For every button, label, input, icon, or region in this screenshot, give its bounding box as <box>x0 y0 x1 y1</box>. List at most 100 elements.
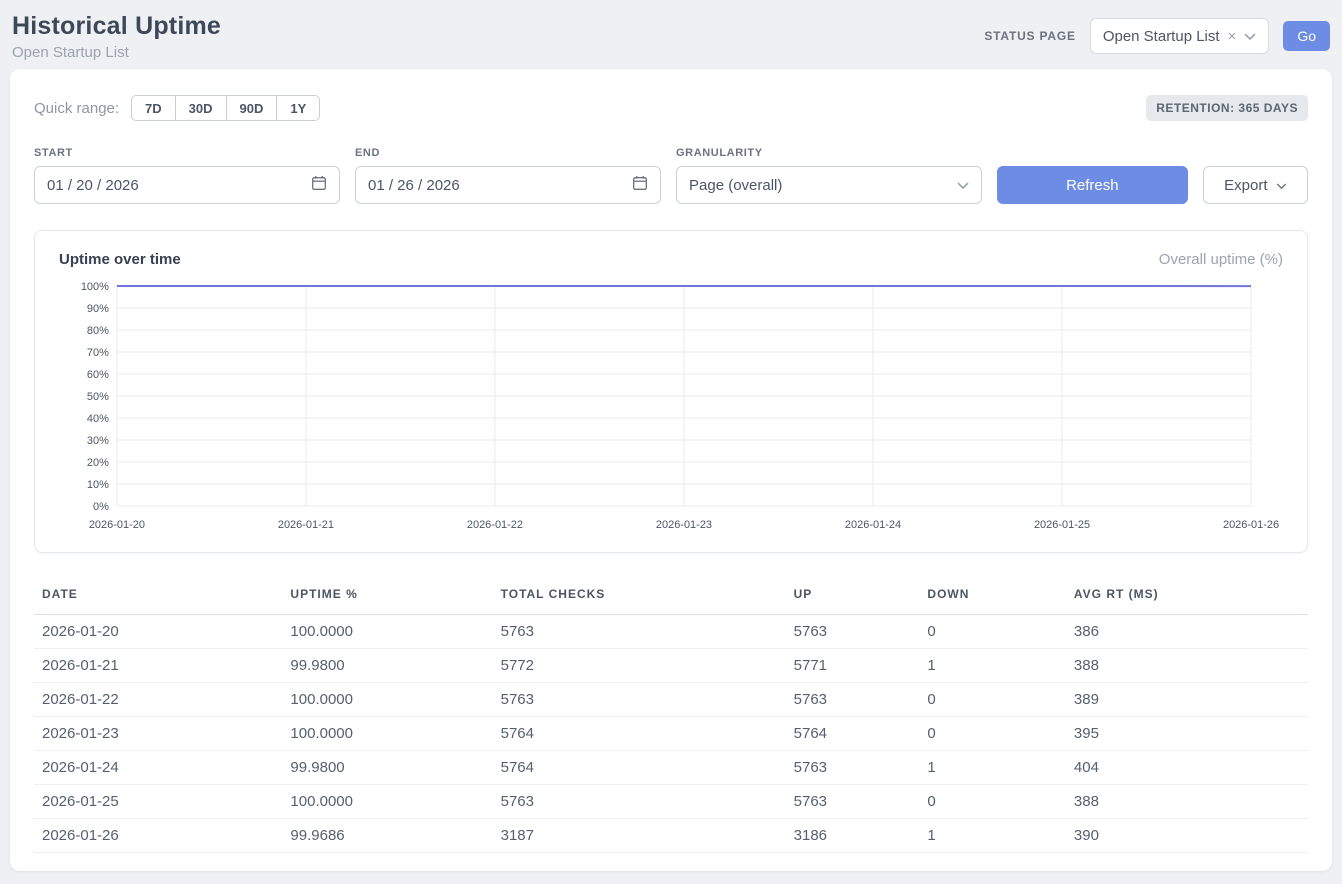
granularity-label: GRANULARITY <box>676 147 982 159</box>
table-cell: 5764 <box>493 751 786 785</box>
table-cell: 5771 <box>786 649 920 683</box>
y-tick-label: 100% <box>81 281 109 293</box>
table-cell: 1 <box>919 819 1066 853</box>
table-row: 2026-01-2499.9800576457631404 <box>34 751 1308 785</box>
table-cell: 1 <box>919 649 1066 683</box>
table-cell: 389 <box>1066 683 1308 717</box>
table-cell: 2026-01-21 <box>34 649 282 683</box>
x-tick-label: 2026-01-21 <box>278 519 334 531</box>
calendar-icon[interactable] <box>632 175 648 195</box>
uptime-chart-card: Uptime over time Overall uptime (%) 0% 10… <box>34 230 1308 553</box>
table-cell: 99.9800 <box>282 751 492 785</box>
y-tick-label: 30% <box>87 435 109 447</box>
status-page-select[interactable]: Open Startup List × <box>1090 18 1270 54</box>
uptime-chart-svg: 0%10%20%30%40%50%60%70%80%90%100%2026-01… <box>59 274 1283 542</box>
chart-title: Uptime over time <box>59 251 181 268</box>
chevron-down-icon <box>1276 177 1287 194</box>
page-subtitle: Open Startup List <box>12 44 221 61</box>
table-column-header: UP <box>786 577 920 615</box>
table-cell: 100.0000 <box>282 683 492 717</box>
table-cell: 99.9800 <box>282 649 492 683</box>
header-controls: STATUS PAGE Open Startup List × Go <box>984 18 1330 54</box>
granularity-select[interactable]: Page (overall) <box>676 166 982 204</box>
table-cell: 395 <box>1066 717 1308 751</box>
chevron-down-icon <box>1244 28 1256 45</box>
start-date-value: 01 / 20 / 2026 <box>47 177 139 194</box>
y-tick-label: 10% <box>87 479 109 491</box>
y-tick-label: 80% <box>87 325 109 337</box>
export-button-label: Export <box>1224 177 1267 194</box>
table-row: 2026-01-20100.0000576357630386 <box>34 615 1308 649</box>
clear-selection-icon[interactable]: × <box>1228 29 1237 44</box>
y-tick-label: 50% <box>87 391 109 403</box>
table-cell: 5763 <box>493 785 786 819</box>
y-tick-label: 0% <box>93 501 109 513</box>
quick-range-90d-button[interactable]: 90D <box>226 95 278 121</box>
table-column-header: TOTAL CHECKS <box>493 577 786 615</box>
table-cell: 2026-01-26 <box>34 819 282 853</box>
start-date-label: START <box>34 147 340 159</box>
x-tick-label: 2026-01-20 <box>89 519 145 531</box>
main-card: Quick range: 7D30D90D1Y RETENTION: 365 D… <box>10 69 1332 871</box>
start-date-input[interactable]: 01 / 20 / 2026 <box>34 166 340 204</box>
chart-header: Uptime over time Overall uptime (%) <box>59 251 1283 268</box>
table-cell: 0 <box>919 717 1066 751</box>
quick-range-7d-button[interactable]: 7D <box>131 95 176 121</box>
y-tick-label: 60% <box>87 369 109 381</box>
uptime-table-head: DATEUPTIME %TOTAL CHECKSUPDOWNAVG RT (MS… <box>34 577 1308 615</box>
x-tick-label: 2026-01-26 <box>1223 519 1279 531</box>
refresh-button[interactable]: Refresh <box>997 166 1188 204</box>
table-cell: 100.0000 <box>282 717 492 751</box>
table-cell: 388 <box>1066 785 1308 819</box>
start-date-field: START 01 / 20 / 2026 <box>34 147 340 204</box>
filter-form-row: START 01 / 20 / 2026 END 01 / 26 / 2026 … <box>34 147 1308 204</box>
table-cell: 5764 <box>493 717 786 751</box>
table-cell: 5763 <box>786 615 920 649</box>
end-date-field: END 01 / 26 / 2026 <box>355 147 661 204</box>
table-cell: 390 <box>1066 819 1308 853</box>
table-row: 2026-01-2199.9800577257711388 <box>34 649 1308 683</box>
quick-range-1y-button[interactable]: 1Y <box>276 95 320 121</box>
table-cell: 404 <box>1066 751 1308 785</box>
table-column-header: AVG RT (MS) <box>1066 577 1308 615</box>
quick-range-group: 7D30D90D1Y <box>131 95 320 121</box>
table-cell: 5763 <box>493 683 786 717</box>
calendar-icon[interactable] <box>311 175 327 195</box>
table-cell: 3187 <box>493 819 786 853</box>
quick-range-30d-button[interactable]: 30D <box>175 95 227 121</box>
table-column-header: DOWN <box>919 577 1066 615</box>
x-tick-label: 2026-01-23 <box>656 519 712 531</box>
table-cell: 386 <box>1066 615 1308 649</box>
y-tick-label: 70% <box>87 347 109 359</box>
table-cell: 100.0000 <box>282 785 492 819</box>
table-cell: 2026-01-22 <box>34 683 282 717</box>
y-tick-label: 20% <box>87 457 109 469</box>
table-cell: 5763 <box>493 615 786 649</box>
y-tick-label: 90% <box>87 303 109 315</box>
granularity-value: Page (overall) <box>689 177 782 194</box>
x-tick-label: 2026-01-25 <box>1034 519 1090 531</box>
status-page-label: STATUS PAGE <box>984 29 1075 43</box>
quick-range-label: Quick range: <box>34 100 119 117</box>
go-button[interactable]: Go <box>1283 21 1330 51</box>
table-row: 2026-01-22100.0000576357630389 <box>34 683 1308 717</box>
table-cell: 99.9686 <box>282 819 492 853</box>
export-button[interactable]: Export <box>1203 166 1308 204</box>
chart-legend: Overall uptime (%) <box>1159 251 1283 268</box>
end-date-label: END <box>355 147 661 159</box>
table-row: 2026-01-2699.9686318731861390 <box>34 819 1308 853</box>
table-cell: 5763 <box>786 751 920 785</box>
status-page-value: Open Startup List <box>1103 28 1220 45</box>
table-cell: 388 <box>1066 649 1308 683</box>
end-date-input[interactable]: 01 / 26 / 2026 <box>355 166 661 204</box>
quick-range-row: Quick range: 7D30D90D1Y RETENTION: 365 D… <box>34 95 1308 121</box>
table-cell: 0 <box>919 785 1066 819</box>
table-cell: 5763 <box>786 683 920 717</box>
retention-badge: RETENTION: 365 DAYS <box>1146 95 1308 121</box>
table-row: 2026-01-25100.0000576357630388 <box>34 785 1308 819</box>
table-column-header: DATE <box>34 577 282 615</box>
table-cell: 0 <box>919 683 1066 717</box>
uptime-table-body: 2026-01-20100.00005763576303862026-01-21… <box>34 615 1308 853</box>
end-date-value: 01 / 26 / 2026 <box>368 177 460 194</box>
table-cell: 2026-01-23 <box>34 717 282 751</box>
